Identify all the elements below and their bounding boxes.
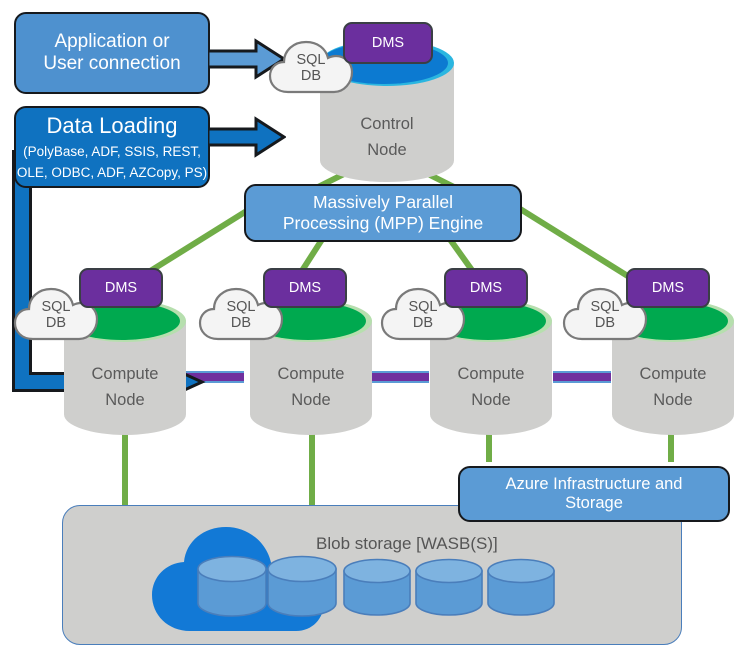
control-node-dms-label: DMS <box>371 35 405 51</box>
storage-disk-5 <box>486 558 556 616</box>
compute-node-2-dms-label: DMS <box>288 280 322 296</box>
compute-node-1-dms-chip[interactable]: DMS <box>79 268 163 308</box>
compute-node-4-line1: Compute <box>639 365 707 383</box>
compute-node-3-dms-chip[interactable]: DMS <box>444 268 528 308</box>
mpp-engine-box[interactable]: Massively Parallel Processing (MPP) Engi… <box>244 184 522 242</box>
compute-node-2-cloud-line2: DB <box>230 315 252 331</box>
connector-compute2-storage <box>309 432 315 508</box>
application-box-line2: User connection <box>43 53 181 74</box>
connector-compute-bar-2 <box>371 371 429 383</box>
storage-disk-1 <box>196 555 268 617</box>
compute-node-1-dms-label: DMS <box>104 280 138 296</box>
storage-disk-4 <box>414 558 484 616</box>
control-node-dms-chip[interactable]: DMS <box>343 22 433 64</box>
compute-node-4-cloud-line2: DB <box>594 315 616 331</box>
data-loading-sub-line1: (PolyBase, ADF, SSIS, REST, <box>23 143 201 159</box>
control-node-cloud-line2: DB <box>300 68 322 84</box>
control-node-cloud-line1: SQL <box>296 52 326 69</box>
control-node-label: Control Node <box>320 112 454 163</box>
connector-compute4-storage <box>668 432 674 462</box>
compute-node-3-line1: Compute <box>457 365 525 383</box>
compute-node-3-cloud-line1: SQL <box>408 299 438 316</box>
azure-infrastructure-box[interactable]: Azure Infrastructure and Storage <box>458 466 730 522</box>
compute-node-3-cloud-line2: DB <box>412 315 434 331</box>
compute-node-2-cloud-line1: SQL <box>226 299 256 316</box>
compute-node-4-line2: Node <box>653 390 693 409</box>
data-loading-sub-line2: OLE, ODBC, ADF, AZCopy, PS) <box>16 165 208 181</box>
compute-node-3-line2: Node <box>471 390 511 409</box>
mpp-engine-line2: Processing (MPP) Engine <box>282 213 484 233</box>
storage-disk-2 <box>266 555 338 617</box>
compute-node-2-label: Compute Node <box>250 362 372 413</box>
compute-node-2-dms-chip[interactable]: DMS <box>263 268 347 308</box>
compute-node-3-label: Compute Node <box>430 362 552 413</box>
compute-node-2-line2: Node <box>291 390 331 409</box>
compute-node-1-label: Compute Node <box>64 362 186 413</box>
compute-node-1-cloud-line1: SQL <box>41 299 71 316</box>
mpp-engine-line1: Massively Parallel <box>312 192 454 213</box>
blob-storage-label: Blob storage [WASB(S)] <box>316 534 498 553</box>
data-loading-to-control-arrow <box>208 116 286 158</box>
compute-node-4-dms-label: DMS <box>651 280 685 296</box>
connector-compute-bar-3 <box>553 371 611 383</box>
compute-node-4-cloud-line1: SQL <box>590 299 620 316</box>
storage-disk-3 <box>342 558 412 616</box>
compute-node-3-dms-label: DMS <box>469 280 503 296</box>
connector-compute3-storage <box>486 432 492 462</box>
compute-node-1-line1: Compute <box>91 365 159 383</box>
azure-infra-line1: Azure Infrastructure and <box>505 474 683 493</box>
control-node-line1: Control <box>360 115 414 133</box>
control-node-cloud-text: SQL DB <box>268 38 354 96</box>
compute-node-1-line2: Node <box>105 390 145 409</box>
compute-node-2-line1: Compute <box>277 365 345 383</box>
control-node-line2: Node <box>367 140 407 159</box>
connector-compute1-storage <box>122 432 128 508</box>
data-loading-title: Data Loading <box>46 112 178 138</box>
compute-node-4-label: Compute Node <box>612 362 734 413</box>
compute-node-1-cloud-line2: DB <box>45 315 67 331</box>
data-loading-box[interactable]: Data Loading (PolyBase, ADF, SSIS, REST,… <box>14 106 210 188</box>
compute-node-4-dms-chip[interactable]: DMS <box>626 268 710 308</box>
azure-infra-line2: Storage <box>565 494 623 512</box>
control-node-sql-db-cloud: SQL DB <box>268 38 354 96</box>
application-box-line1: Application or <box>54 30 170 52</box>
application-connection-box[interactable]: Application or User connection <box>14 12 210 94</box>
diagram-canvas: Application or User connection Data Load… <box>0 0 742 660</box>
